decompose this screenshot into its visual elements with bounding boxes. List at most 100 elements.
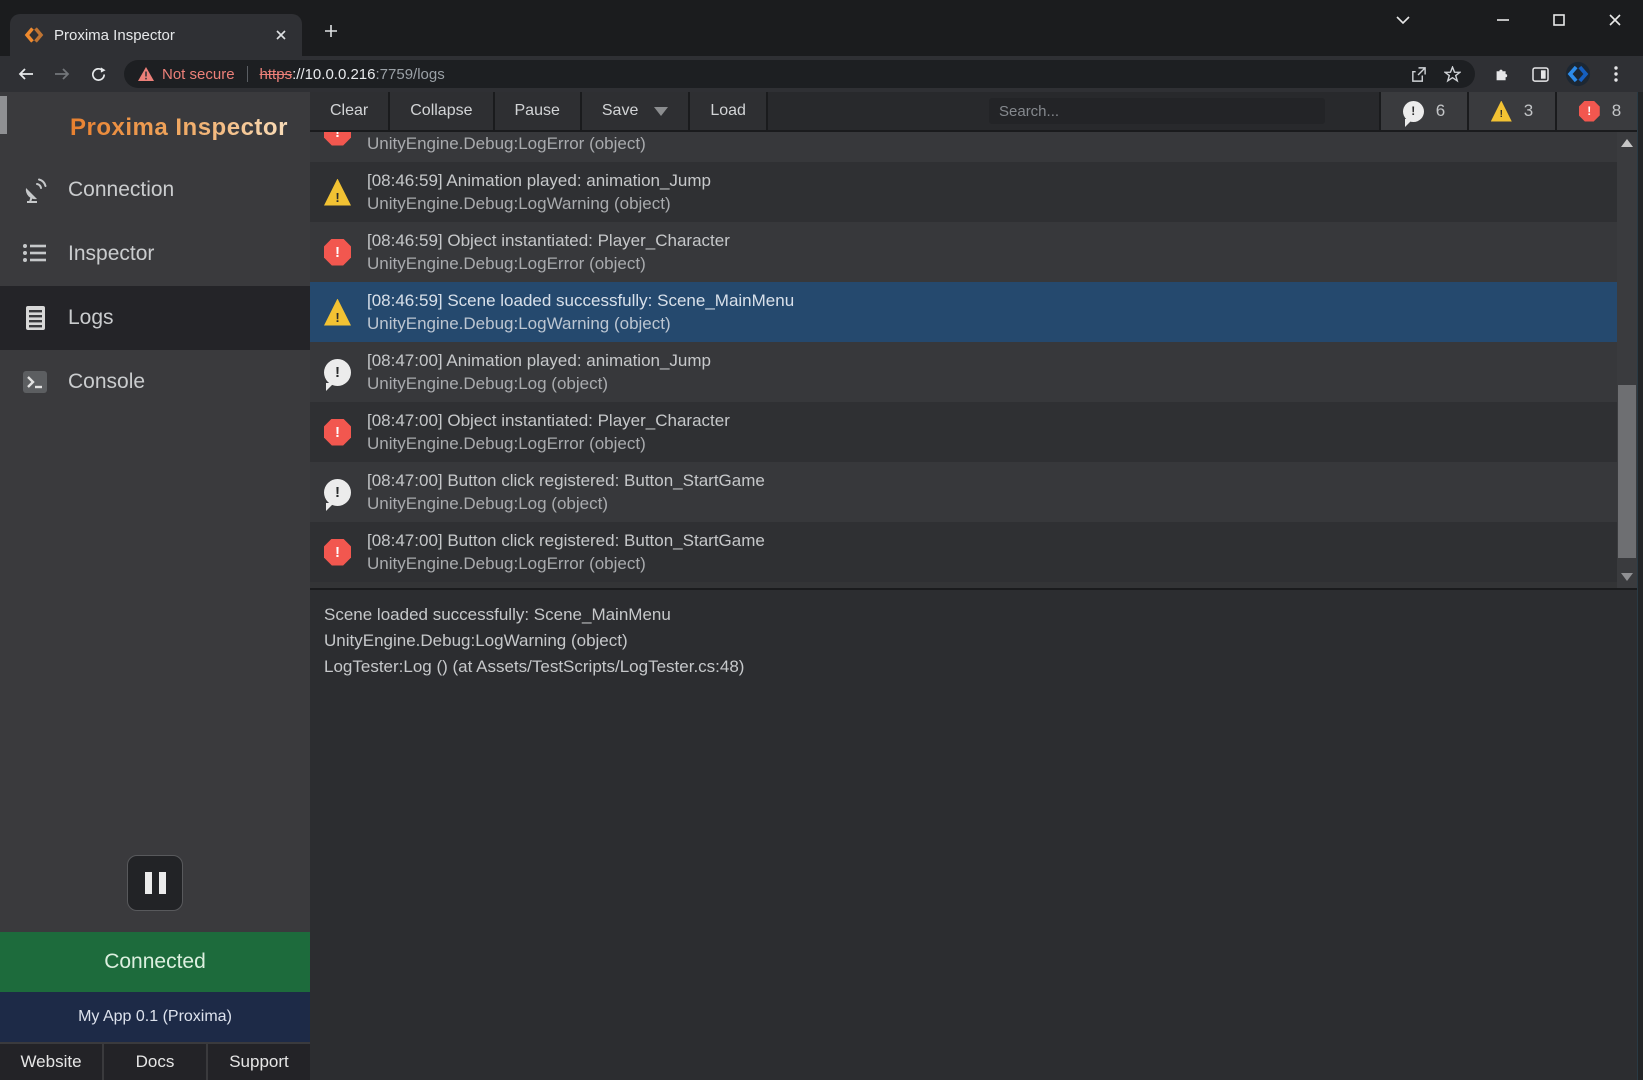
save-button[interactable]: Save [582, 92, 690, 130]
sidebar-footer: WebsiteDocsSupport [0, 1042, 310, 1080]
error-filter-button[interactable]: ! 8 [1555, 92, 1643, 130]
brand-title: Proxima Inspector [70, 114, 288, 142]
page-scrollbar-track[interactable] [1637, 92, 1643, 1080]
sidebar-item-console[interactable]: Console [0, 350, 310, 414]
proxima-extension-icon[interactable] [1559, 59, 1597, 89]
log-trace: UnityEngine.Debug:Log (object) [367, 372, 711, 395]
log-entry[interactable]: ! [08:46:59] Scene loaded successfully: … [310, 282, 1617, 342]
search-input[interactable] [989, 98, 1325, 124]
log-entry[interactable]: ! [08:47:00] Object instantiated: Player… [310, 402, 1617, 462]
browser-tab-bar: Proxima Inspector [0, 0, 1643, 56]
footer-link-support[interactable]: Support [208, 1044, 310, 1080]
log-entry[interactable]: ! [08:46:59] Object instantiated: Player… [310, 222, 1617, 282]
log-entry[interactable]: ! [08:47:00] Button click registered: Bu… [310, 462, 1617, 522]
log-detail-pane: Scene loaded successfully: Scene_MainMen… [310, 588, 1643, 1080]
logs-toolbar: Clear Collapse Pause Save Load ! 6 ! 3 ! [310, 92, 1643, 132]
warning-icon: ! [1491, 101, 1512, 122]
connection-icon [20, 175, 50, 205]
info-filter-button[interactable]: ! 6 [1379, 92, 1467, 130]
url-scheme: https [260, 66, 293, 83]
log-message: [08:47:00] Object instantiated: Player_C… [367, 409, 730, 432]
reload-icon[interactable] [80, 59, 116, 89]
back-icon[interactable] [8, 59, 44, 89]
pause-icon [145, 872, 152, 894]
log-trace: UnityEngine.Debug:LogError (object) [367, 252, 730, 275]
footer-link-website[interactable]: Website [0, 1044, 102, 1080]
url-separator: :// [292, 66, 305, 83]
window-close-icon[interactable] [1587, 0, 1643, 40]
extensions-puzzle-icon[interactable] [1483, 59, 1521, 89]
sidebar-item-label: Logs [68, 306, 114, 330]
tab-search-chevron-icon[interactable] [1375, 0, 1431, 40]
collapse-button[interactable]: Collapse [390, 92, 494, 130]
browser-tab[interactable]: Proxima Inspector [10, 14, 302, 56]
scroll-up-icon[interactable] [1621, 139, 1633, 147]
tab-close-icon[interactable] [270, 24, 292, 46]
clear-button[interactable]: Clear [310, 92, 390, 130]
sidebar-item-logs[interactable]: Logs [0, 286, 310, 350]
log-trace: UnityEngine.Debug:LogWarning (object) [367, 312, 794, 335]
dropdown-caret-icon [654, 107, 668, 116]
warning-filter-button[interactable]: ! 3 [1467, 92, 1555, 130]
sidebar-item-inspector[interactable]: Inspector [0, 222, 310, 286]
logs-panel: Clear Collapse Pause Save Load ! 6 ! 3 ! [310, 92, 1643, 1080]
brand: Proxima Inspector [0, 92, 310, 150]
toolbar-buttons: Clear Collapse Pause Save Load [310, 92, 768, 130]
console-icon [20, 367, 50, 397]
log-message: [08:46:59] Object instantiated: Player_C… [367, 229, 730, 252]
inspector-icon [20, 239, 50, 269]
error-icon: ! [324, 239, 351, 266]
log-entry[interactable]: ! [08:47:00] Button click registered: Bu… [310, 522, 1617, 582]
sidebar-item-label: Connection [68, 178, 174, 202]
url-host: 10.0.0.216 [305, 66, 376, 83]
tab-title: Proxima Inspector [54, 27, 260, 44]
connection-status-badge: Connected [0, 932, 310, 992]
bookmark-star-icon[interactable] [1435, 61, 1469, 87]
pause-button[interactable]: Pause [495, 92, 582, 130]
browser-menu-icon[interactable] [1597, 59, 1635, 89]
detail-line: UnityEngine.Debug:LogWarning (object) [324, 628, 1629, 654]
error-icon: ! [1579, 101, 1600, 122]
share-icon[interactable] [1401, 61, 1435, 87]
logs-icon [20, 303, 50, 333]
address-bar: Not secure https://10.0.0.216:7759/logs [0, 56, 1643, 92]
log-trace: UnityEngine.Debug:LogError (object) [367, 432, 730, 455]
omnibox[interactable]: Not secure https://10.0.0.216:7759/logs [124, 60, 1475, 88]
error-icon: ! [324, 419, 351, 446]
error-icon: ! [324, 539, 351, 566]
side-panel-icon[interactable] [1521, 59, 1559, 89]
not-secure-label: Not secure [162, 66, 235, 83]
footer-link-docs[interactable]: Docs [104, 1044, 206, 1080]
left-scrollbar-thumb[interactable] [0, 96, 7, 134]
log-message: [08:47:00] Button click registered: Butt… [367, 469, 765, 492]
window-maximize-icon[interactable] [1531, 0, 1587, 40]
sidebar-item-connection[interactable]: Connection [0, 158, 310, 222]
log-message: [08:47:00] Button click registered: Butt… [367, 529, 765, 552]
sidebar-item-label: Inspector [68, 242, 154, 266]
not-secure-warning-icon [138, 67, 154, 81]
sidebar-spacer [0, 414, 310, 855]
log-message: [08:46:59] Animation played: animation_J… [367, 169, 711, 192]
log-trace: UnityEngine.Debug:Log (object) [367, 492, 765, 515]
scrollbar-thumb[interactable] [1618, 385, 1636, 558]
detail-line: LogTester:Log () (at Assets/TestScripts/… [324, 654, 1629, 680]
log-list-scrollbar[interactable] [1617, 132, 1637, 588]
forward-icon[interactable] [44, 59, 80, 89]
log-trace: UnityEngine.Debug:LogError (object) [367, 132, 646, 155]
load-button[interactable]: Load [690, 92, 768, 130]
sidebar-nav: Connection Inspector Logs Console [0, 158, 310, 414]
log-entry[interactable]: ! UnityEngine.Debug:LogError (object) [310, 132, 1617, 162]
log-entry[interactable]: ! [08:47:00] Animation played: animation… [310, 342, 1617, 402]
new-tab-button[interactable] [316, 16, 346, 46]
omnibox-divider [247, 66, 248, 82]
scroll-down-icon[interactable] [1621, 573, 1633, 581]
log-entry[interactable]: ! [08:46:59] Animation played: animation… [310, 162, 1617, 222]
window-controls [1475, 0, 1643, 40]
info-icon: ! [324, 359, 351, 386]
info-count: 6 [1436, 101, 1445, 121]
proxima-logo-icon [18, 108, 58, 148]
window-minimize-icon[interactable] [1475, 0, 1531, 40]
pause-stream-button[interactable] [127, 855, 183, 911]
log-message: [08:47:00] Animation played: animation_J… [367, 349, 711, 372]
warning-icon: ! [324, 299, 351, 326]
